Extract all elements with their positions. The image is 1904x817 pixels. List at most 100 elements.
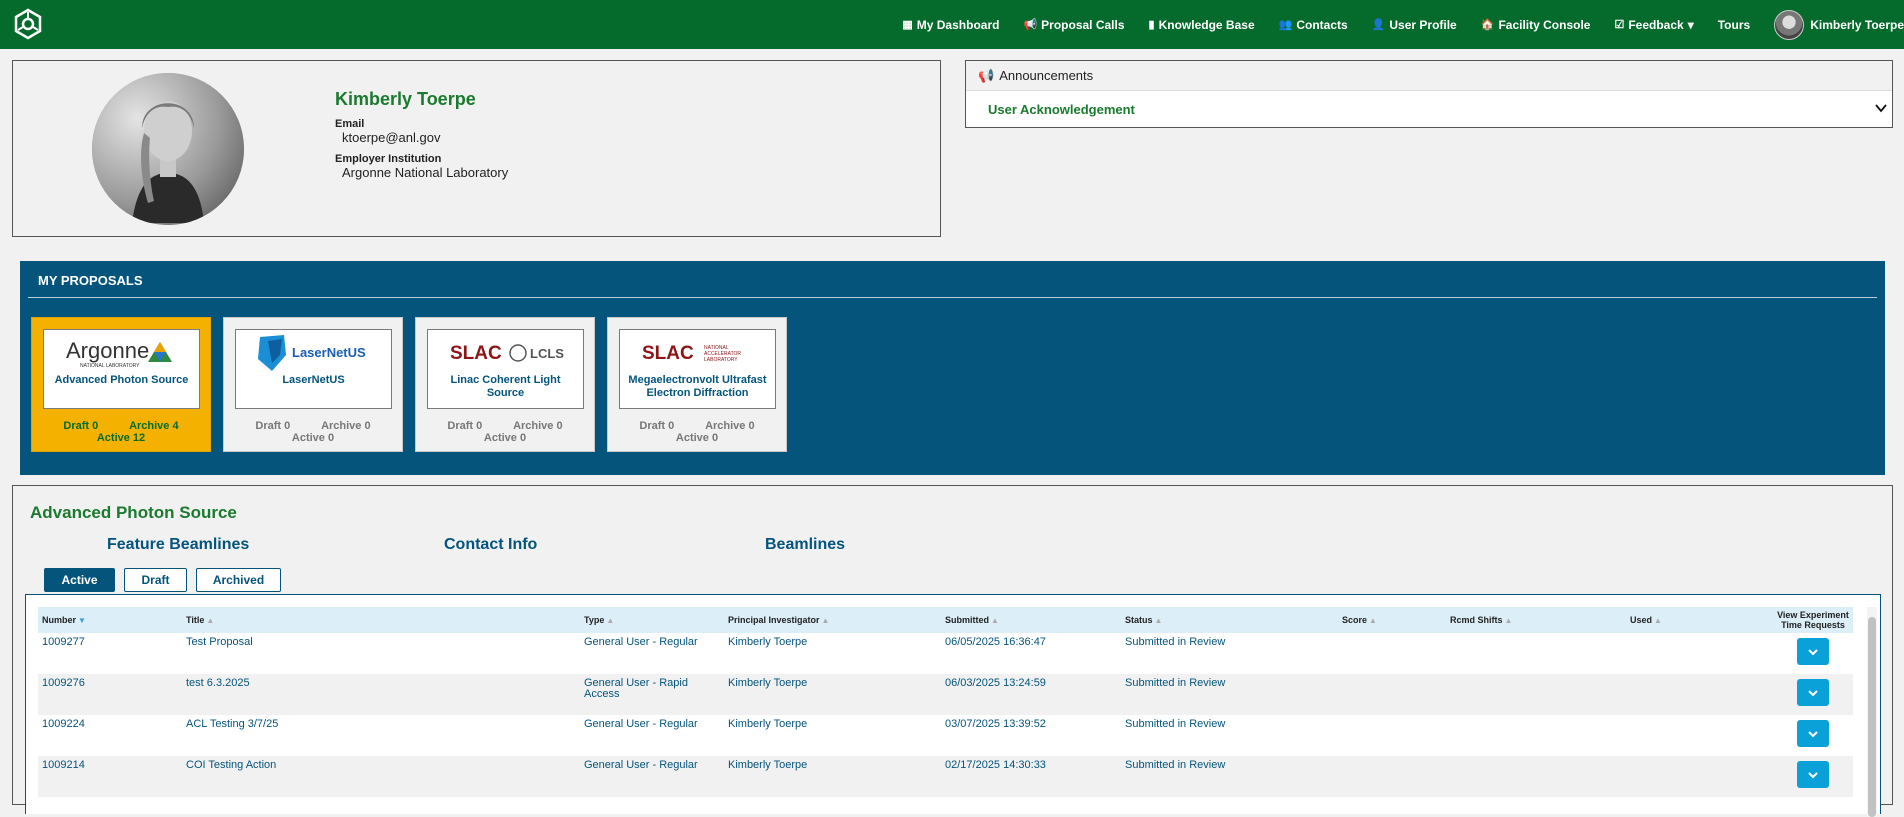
facility-logo-box: Argonne NATIONAL LABORATORY Advanced Photo…: [43, 329, 200, 409]
col-number[interactable]: Number ▼: [42, 607, 86, 633]
cell-number[interactable]: 1009224: [42, 719, 182, 730]
table-scrollbar[interactable]: [1867, 607, 1877, 817]
draft-count: Draft 0: [63, 420, 99, 432]
user-icon: 👤: [1371, 19, 1386, 31]
proposal-status-tabs: Active Draft Archived: [44, 568, 281, 592]
table-row[interactable]: 1009277 Test Proposal General User - Regul…: [38, 633, 1853, 674]
sort-icon: ▲: [606, 615, 615, 625]
facility-detail-panel: Advanced Photon Source Feature Beamlines…: [12, 485, 1893, 817]
cell-status: Submitted in Review: [1125, 759, 1226, 771]
nav-my-dashboard[interactable]: ▦ My Dashboard: [902, 18, 999, 32]
archive-count: Archive 0: [705, 420, 755, 432]
view-time-requests-button[interactable]: [1797, 720, 1829, 747]
divider: [28, 297, 1877, 298]
svg-text:SLAC: SLAC: [450, 343, 502, 364]
col-score[interactable]: Score ▲: [1342, 607, 1377, 633]
svg-text:LaserNetUS: LaserNetUS: [292, 345, 366, 360]
table-row[interactable]: 1009276 test 6.3.2025 General User - Rapid…: [38, 674, 1853, 715]
announcement-user-acknowledgement[interactable]: User Acknowledgement: [966, 91, 1892, 128]
facility-card-linac-coherent-light-source[interactable]: SLAC LCLS Linac Coherent Light Source Draft…: [415, 317, 595, 452]
facility-card-lasernetus[interactable]: LaserNetUS LaserNetUS Draft 0 Archive 0 Acti…: [223, 317, 403, 452]
cell-type: General User - Rapid Access: [584, 677, 688, 700]
archive-count: Archive 4: [129, 420, 179, 432]
cell-number[interactable]: 1009277: [42, 637, 182, 648]
tab-archived[interactable]: Archived: [196, 568, 281, 592]
cell-submitted: 02/17/2025 14:30:33: [945, 759, 1046, 771]
facility-logo: SLAC LCLS: [446, 336, 566, 370]
nav-link-label: Contacts: [1296, 17, 1348, 32]
facility-card-advanced-photon-source[interactable]: Argonne NATIONAL LABORATORY Advanced Photo…: [31, 317, 211, 452]
app-logo-icon[interactable]: [12, 8, 44, 40]
feature-beamlines-link[interactable]: Feature Beamlines: [107, 536, 249, 554]
active-count: Active 12: [96, 432, 146, 444]
nav-proposal-calls[interactable]: 📢 Proposal Calls: [1023, 18, 1124, 32]
sort-icon: ▲: [1654, 615, 1662, 625]
sort-icon: ▲: [206, 615, 215, 625]
facility-logo: SLAC NATIONAL ACCELERATOR LABORATORY: [638, 336, 758, 370]
facility-logo-box: LaserNetUS LaserNetUS: [235, 329, 392, 409]
view-time-requests-button[interactable]: [1797, 761, 1829, 788]
col-type[interactable]: Type ▲: [584, 607, 614, 633]
cell-pi: Kimberly Toerpe: [728, 718, 808, 730]
cell-status: Submitted in Review: [1125, 677, 1226, 689]
nav-contacts[interactable]: 👥 Contacts: [1279, 18, 1348, 32]
scroll-thumb[interactable]: [1868, 617, 1876, 817]
users-icon: 👥: [1278, 19, 1293, 31]
announcements-header: 📢 Announcements: [966, 61, 1892, 91]
bullhorn-icon: 📢: [1023, 19, 1038, 31]
cell-status: Submitted in Review: [1125, 718, 1226, 730]
view-time-requests-button[interactable]: [1797, 679, 1829, 706]
cell-number[interactable]: 1009214: [42, 760, 182, 771]
book-icon: ▮: [1148, 19, 1155, 31]
nav-link-label: Feedback: [1628, 17, 1684, 32]
cell-pi: Kimberly Toerpe: [728, 636, 808, 648]
col-title[interactable]: Title ▲: [186, 607, 214, 633]
cell-title: Test Proposal: [186, 636, 253, 648]
nav-feedback[interactable]: ☑ Feedback ▾: [1614, 18, 1693, 32]
chevron-down-icon: [1808, 730, 1818, 737]
tab-draft[interactable]: Draft: [124, 568, 187, 592]
facility-counts: Draft 0 Archive 0 Active 0: [224, 420, 402, 444]
facility-logo-box: SLAC NATIONAL ACCELERATOR LABORATORY Megaele…: [619, 329, 776, 409]
sort-icon: ▲: [1369, 615, 1377, 625]
beamlines-link[interactable]: Beamlines: [765, 536, 845, 554]
nav-facility-console[interactable]: 🏠 Facility Console: [1481, 18, 1591, 32]
facility-card-megaelectronvolt-ultrafast-electron-diffraction[interactable]: SLAC NATIONAL ACCELERATOR LABORATORY Megaele…: [607, 317, 787, 452]
nav-link-label: Proposal Calls: [1041, 17, 1125, 32]
facility-name: Megaelectronvolt Ultrafast Electron Diff…: [628, 374, 767, 399]
institution-label: Employer Institution: [335, 153, 442, 165]
tab-active[interactable]: Active: [44, 568, 115, 592]
col-submitted[interactable]: Submitted ▲: [945, 607, 999, 633]
table-row[interactable]: 1009224 ACL Testing 3/7/25 General User - …: [38, 715, 1853, 756]
cell-status: Submitted in Review: [1125, 636, 1226, 648]
nav-user-menu[interactable]: Kimberly Toerpe: [1774, 9, 1904, 40]
nav-user-profile[interactable]: 👤 User Profile: [1372, 18, 1457, 32]
col-used[interactable]: Used ▲: [1630, 607, 1662, 633]
contact-info-link[interactable]: Contact Info: [444, 536, 537, 554]
table-icon: ▦: [902, 19, 913, 31]
col-status[interactable]: Status ▲: [1125, 607, 1162, 633]
archive-count: Archive 0: [321, 420, 371, 432]
cell-number[interactable]: 1009276: [42, 678, 182, 689]
facility-counts: Draft 0 Archive 0 Active 0: [416, 420, 594, 444]
cell-pi: Kimberly Toerpe: [728, 677, 808, 689]
cell-title: ACL Testing 3/7/25: [186, 718, 279, 730]
table-header: Number ▼ Title ▲ Type ▲ Principal Investiga…: [38, 607, 1853, 633]
nav-tours[interactable]: Tours: [1718, 18, 1750, 32]
cell-type: General User - Regular: [584, 718, 698, 730]
col-pi[interactable]: Principal Investigator ▲: [728, 607, 829, 633]
svg-text:NATIONAL LABORATORY: NATIONAL LABORATORY: [80, 363, 140, 369]
sort-icon: ▲: [821, 615, 830, 625]
cell-title: test 6.3.2025: [186, 677, 250, 689]
view-time-requests-button[interactable]: [1797, 638, 1829, 665]
top-navbar: ▦ My Dashboard 📢 Proposal Calls ▮ Knowledge B…: [0, 0, 1904, 49]
facility-logo: Argonne NATIONAL LABORATORY: [62, 336, 182, 370]
facility-counts: Draft 0 Archive 4 Active 12: [32, 420, 210, 444]
col-view-requests: View Experiment Time Requests: [1777, 610, 1849, 630]
nav-knowledge-base[interactable]: ▮ Knowledge Base: [1149, 18, 1255, 32]
avatar: [1774, 9, 1805, 40]
email-value: ktoerpe@anl.gov: [342, 130, 441, 145]
nav-link-label: Knowledge Base: [1158, 17, 1255, 32]
col-rcmd-shifts[interactable]: Rcmd Shifts ▲: [1450, 607, 1512, 633]
cell-type: General User - Regular: [584, 759, 698, 771]
